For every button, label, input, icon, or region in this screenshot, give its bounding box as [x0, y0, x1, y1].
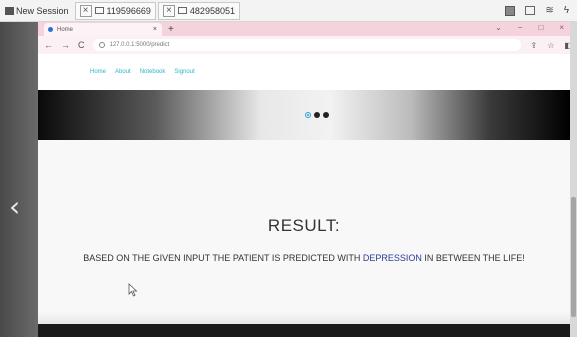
window-icon[interactable] — [525, 6, 536, 15]
address-bar-actions: ⇪ ☆ ◧ ⋮ — [531, 41, 571, 50]
carousel-dot[interactable] — [323, 112, 329, 118]
address-bar: ← → C 127.0.0.1:5000/predict ⇪ ☆ ◧ ⋮ — [38, 36, 570, 54]
result-text-after: IN BETWEEN THE LIFE! — [421, 253, 525, 263]
session-tab-1[interactable]: × 119596669 — [74, 1, 156, 20]
tab-search-icon[interactable]: ⌄ — [495, 23, 502, 32]
session-actions: ≋ ϟ — [505, 5, 577, 16]
right-scrollbar[interactable] — [570, 22, 577, 337]
lightning-icon[interactable]: ϟ — [564, 5, 569, 16]
mouse-cursor-icon — [128, 283, 138, 297]
session-tab-label: 482958051 — [189, 5, 235, 16]
session-tab-label: 119596669 — [106, 5, 151, 16]
nav-link-home[interactable]: Home — [90, 69, 106, 75]
result-heading: RESULT: — [267, 216, 341, 235]
carousel-indicators — [305, 112, 329, 118]
nav-link-notebook[interactable]: Notebook — [140, 69, 166, 75]
favicon-icon — [48, 27, 53, 32]
tab-close-icon[interactable]: × — [153, 26, 157, 33]
browser-tab[interactable]: Home × — [44, 23, 162, 36]
minimize-button[interactable]: − — [518, 23, 523, 32]
star-icon[interactable]: ☆ — [547, 41, 554, 50]
page-footer — [38, 324, 570, 337]
window-controls: ⌄ − □ × — [495, 23, 564, 32]
reload-icon[interactable]: C — [78, 40, 85, 50]
carousel-dot[interactable] — [305, 112, 311, 118]
web-page: Home About Notebook Signout RESULT: BASE… — [38, 54, 570, 337]
keyboard-icon[interactable]: ≋ — [545, 5, 553, 16]
browser-tab-title: Home — [57, 26, 74, 33]
nav-link-signout[interactable]: Signout — [174, 69, 194, 75]
predicted-condition: DEPRESSION — [362, 253, 422, 263]
browser-tabstrip: Home × + ⌄ − □ × — [38, 22, 570, 36]
site-nav: Home About Notebook Signout — [38, 54, 570, 90]
maximize-button[interactable]: □ — [538, 23, 543, 32]
session-toolbar: New Session × 119596669 × 482958051 ≋ ϟ — [0, 0, 577, 22]
forward-arrow-icon[interactable]: → — [61, 40, 70, 50]
result-text-before: BASED ON THE GIVEN INPUT THE PATIENT IS … — [83, 253, 363, 263]
result-message: BASED ON THE GIVEN INPUT THE PATIENT IS … — [38, 253, 570, 263]
browser-window: Home × + ⌄ − □ × ← → C 127.0.0.1:5000/pr… — [38, 22, 570, 337]
info-icon[interactable] — [98, 42, 105, 48]
url-input[interactable]: 127.0.0.1:5000/predict — [92, 39, 521, 51]
left-panel: ‹ — [0, 22, 38, 337]
share-icon[interactable]: ⇪ — [531, 41, 538, 50]
hero-banner — [38, 90, 570, 140]
scrollbar-thumb[interactable] — [571, 197, 576, 317]
sidebar-icon[interactable]: ◧ — [564, 41, 570, 50]
close-icon[interactable]: × — [162, 4, 175, 17]
nav-link-about[interactable]: About — [115, 69, 131, 75]
close-button[interactable]: × — [559, 23, 564, 32]
new-tab-button[interactable]: + — [168, 23, 174, 36]
carousel-dot[interactable] — [314, 112, 320, 118]
monitor-icon — [94, 7, 104, 14]
monitor-icon — [177, 7, 187, 14]
url-text: 127.0.0.1:5000/predict — [109, 42, 170, 48]
session-tab-2[interactable]: × 482958051 — [157, 1, 240, 20]
session-grid-icon — [5, 6, 14, 15]
close-icon[interactable]: × — [79, 4, 92, 17]
chevron-left-icon[interactable]: ‹ — [9, 192, 29, 222]
fullscreen-icon[interactable] — [505, 5, 516, 16]
session-tab-new[interactable]: New Session — [2, 2, 73, 20]
session-tab-label: New Session — [16, 5, 69, 16]
back-arrow-icon[interactable]: ← — [44, 40, 53, 50]
